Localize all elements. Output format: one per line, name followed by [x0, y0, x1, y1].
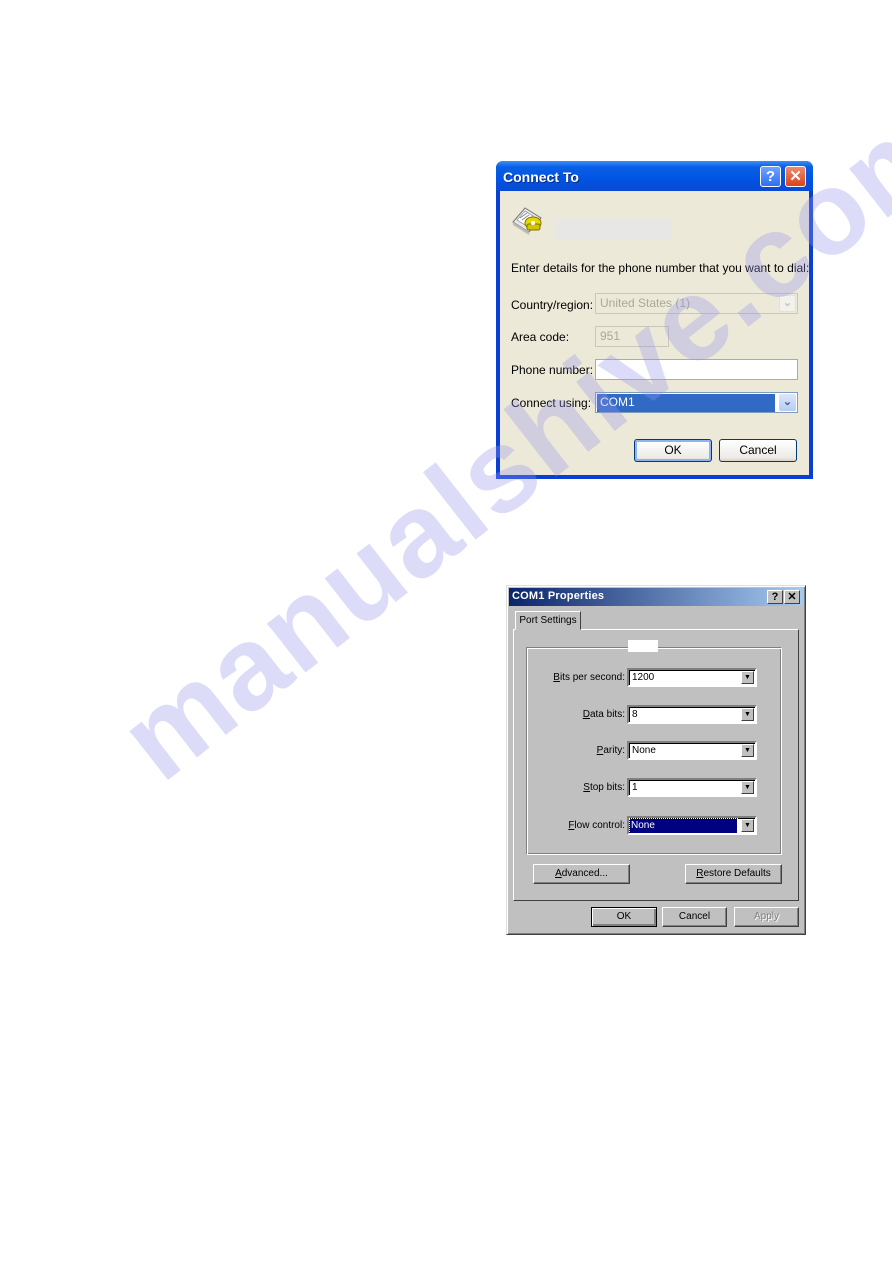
connection-name-placeholder: [556, 219, 672, 239]
bits-per-second-value: 1200: [632, 672, 655, 683]
help-icon: ?: [771, 591, 779, 603]
title-bar[interactable]: COM1 Properties ? ✕: [509, 588, 803, 606]
dropdown-arrow-icon[interactable]: ▼: [741, 708, 754, 721]
area-code-input[interactable]: 951: [595, 326, 669, 347]
close-button[interactable]: ✕: [784, 590, 800, 604]
flow-control-label: Flow control:: [568, 820, 625, 831]
flow-control-select[interactable]: None ▼: [627, 816, 757, 835]
connect-using-value: COM1: [597, 394, 775, 412]
area-code-label: Area code:: [511, 330, 570, 344]
close-icon: ✕: [789, 168, 802, 185]
group-title-blank: [628, 640, 658, 652]
chevron-down-icon[interactable]: ⌄: [779, 394, 796, 411]
cancel-button[interactable]: Cancel: [719, 439, 797, 462]
phone-number-label: Phone number:: [511, 363, 594, 377]
parity-select[interactable]: None ▼: [627, 741, 757, 760]
country-select[interactable]: United States (1) ⌄: [595, 293, 798, 314]
dropdown-arrow-icon[interactable]: ▼: [741, 671, 754, 684]
dialog-title: Connect To: [503, 169, 579, 185]
flow-control-value: None: [629, 818, 738, 833]
dropdown-arrow-icon[interactable]: ▼: [741, 744, 754, 757]
parity-value: None: [632, 745, 656, 756]
connect-using-label: Connect using:: [511, 396, 592, 410]
apply-button[interactable]: Apply: [734, 907, 799, 927]
connect-to-dialog: Connect To ? ✕ Enter details for the pho…: [496, 161, 813, 479]
close-icon: ✕: [787, 591, 797, 603]
com1-properties-dialog: COM1 Properties ? ✕ Port Settings Bits p…: [506, 585, 806, 935]
stop-bits-select[interactable]: 1 ▼: [627, 778, 757, 797]
instructions-text: Enter details for the phone number that …: [511, 261, 810, 275]
parity-label: Parity:: [596, 745, 625, 756]
close-button[interactable]: ✕: [785, 166, 806, 187]
dialog-body: Enter details for the phone number that …: [500, 191, 809, 475]
dialog-title: COM1 Properties: [512, 590, 605, 602]
country-value: United States (1): [600, 296, 691, 310]
connect-using-select[interactable]: COM1 ⌄: [595, 392, 798, 413]
stop-bits-label: Stop bits:: [583, 782, 625, 793]
bits-per-second-label: Bits per second:: [553, 672, 625, 683]
data-bits-label: Data bits:: [582, 709, 625, 720]
phone-number-input[interactable]: [595, 359, 798, 380]
dropdown-arrow-icon[interactable]: ▼: [741, 781, 754, 794]
data-bits-select[interactable]: 8 ▼: [627, 705, 757, 724]
cancel-button[interactable]: Cancel: [662, 907, 727, 927]
country-label: Country/region:: [511, 298, 594, 312]
tab-port-settings[interactable]: Port Settings: [515, 611, 581, 630]
advanced-button[interactable]: Advanced...: [533, 864, 630, 884]
help-icon: ?: [765, 168, 776, 185]
ok-button[interactable]: OK: [591, 907, 657, 927]
ok-button[interactable]: OK: [634, 439, 712, 462]
dropdown-arrow-icon[interactable]: ▼: [741, 819, 754, 832]
phone-fax-icon: [512, 207, 542, 235]
stop-bits-value: 1: [632, 782, 638, 793]
bits-per-second-select[interactable]: 1200 ▼: [627, 668, 757, 687]
restore-defaults-button[interactable]: Restore Defaults: [685, 864, 782, 884]
data-bits-value: 8: [632, 709, 638, 720]
chevron-down-icon[interactable]: ⌄: [779, 295, 796, 312]
title-bar[interactable]: Connect To ? ✕: [496, 161, 813, 191]
help-button[interactable]: ?: [760, 166, 781, 187]
help-button[interactable]: ?: [767, 590, 783, 604]
